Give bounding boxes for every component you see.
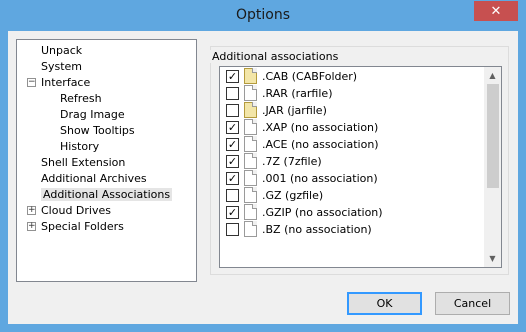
tree-item-label: Additional Associations <box>41 188 173 201</box>
association-checkbox[interactable]: ✓ <box>226 172 239 185</box>
association-row[interactable]: .RAR (rarfile) <box>220 85 470 102</box>
tree-item[interactable]: Drag Image <box>60 107 125 123</box>
tree-item-label: Refresh <box>60 92 102 105</box>
tree-item-label: Shell Extension <box>41 156 126 169</box>
tree-item[interactable]: History <box>60 139 99 155</box>
scroll-thumb[interactable] <box>487 84 499 188</box>
tree-item[interactable]: Shell Extension <box>41 155 125 171</box>
file-icon <box>244 136 257 152</box>
expand-icon[interactable]: + <box>27 206 36 215</box>
tree-item[interactable]: Refresh <box>60 91 102 107</box>
tree-item[interactable]: Unpack <box>41 43 82 59</box>
archive-file-icon <box>244 68 257 84</box>
file-icon <box>244 119 257 135</box>
tree-item[interactable]: Additional Associations <box>41 187 173 203</box>
tree-item-label: Drag Image <box>60 108 125 121</box>
tree-item-label: System <box>41 60 83 73</box>
association-row[interactable]: .GZ (gzfile) <box>220 187 470 204</box>
close-icon: ✕ <box>490 3 502 19</box>
tree-item[interactable]: Additional Archives <box>41 171 147 187</box>
tree-item-label: Cloud Drives <box>41 204 111 217</box>
association-row[interactable]: ✓ .001 (no association) <box>220 170 470 187</box>
association-row[interactable]: ✓ .GZIP (no association) <box>220 204 470 221</box>
association-label: .GZIP (no association) <box>262 206 383 219</box>
ok-button[interactable]: OK <box>347 292 422 315</box>
association-label: .7Z (7zfile) <box>262 155 322 168</box>
association-checkbox[interactable]: ✓ <box>226 138 239 151</box>
file-icon <box>244 204 257 220</box>
collapse-icon[interactable]: − <box>27 78 36 87</box>
options-window: Options ✕ Unpack System Interface − Refresh D… <box>0 0 526 332</box>
tree-item[interactable]: Show Tooltips <box>60 123 135 139</box>
association-label: .001 (no association) <box>262 172 378 185</box>
vertical-scrollbar[interactable]: ▲ ▼ <box>484 67 501 267</box>
scroll-up-icon[interactable]: ▲ <box>484 67 501 84</box>
dialog-client-area: Unpack System Interface − Refresh Drag Image S… <box>8 31 518 324</box>
association-checkbox[interactable]: ✓ <box>226 206 239 219</box>
tree-item[interactable]: Special Folders <box>41 219 124 235</box>
tree-item[interactable]: System <box>41 59 82 75</box>
close-button[interactable]: ✕ <box>474 1 518 21</box>
file-icon <box>244 170 257 186</box>
tree-item-label: Show Tooltips <box>60 124 135 137</box>
association-row[interactable]: ✓ .CAB (CABFolder) <box>220 68 470 85</box>
java-file-icon <box>244 102 257 118</box>
file-icon <box>244 85 257 101</box>
file-icon <box>244 221 257 237</box>
file-icon <box>244 187 257 203</box>
association-checkbox[interactable]: ✓ <box>226 121 239 134</box>
window-title: Options <box>235 7 291 23</box>
association-label: .GZ (gzfile) <box>262 189 324 202</box>
file-icon <box>244 153 257 169</box>
association-row[interactable]: ✓ .7Z (7zfile) <box>220 153 470 170</box>
tree-item-label: Interface <box>41 76 91 89</box>
association-checkbox[interactable] <box>226 87 239 100</box>
association-checkbox[interactable]: ✓ <box>226 155 239 168</box>
cancel-button[interactable]: Cancel <box>435 292 510 315</box>
association-label: .RAR (rarfile) <box>262 87 333 100</box>
tree-item[interactable]: Interface <box>41 75 90 91</box>
association-row[interactable]: ✓ .ACE (no association) <box>220 136 470 153</box>
scroll-down-icon[interactable]: ▼ <box>484 250 501 267</box>
association-checkbox[interactable]: ✓ <box>226 70 239 83</box>
tree-item-label: Unpack <box>41 44 83 57</box>
association-row[interactable]: .JAR (jarfile) <box>220 102 470 119</box>
association-label: .JAR (jarfile) <box>262 104 327 117</box>
association-label: .CAB (CABFolder) <box>262 70 358 83</box>
association-checkbox[interactable] <box>226 189 239 202</box>
tree-item-label: Additional Archives <box>41 172 147 185</box>
association-row[interactable]: ✓ .XAP (no association) <box>220 119 470 136</box>
association-label: .XAP (no association) <box>262 121 379 134</box>
tree-item-label: Special Folders <box>41 220 124 233</box>
association-label: .BZ (no association) <box>262 223 372 236</box>
association-checkbox[interactable] <box>226 223 239 236</box>
tree-item-label: History <box>60 140 100 153</box>
association-label: .ACE (no association) <box>262 138 379 151</box>
association-row[interactable]: .BZ (no association) <box>220 221 470 238</box>
association-checkbox[interactable] <box>226 104 239 117</box>
options-tree[interactable]: Unpack System Interface − Refresh Drag Image S… <box>16 39 197 282</box>
associations-list[interactable]: ✓ .CAB (CABFolder) .RAR (rarfile) .JAR (jar… <box>219 66 502 268</box>
associations-group-title: Additional associations <box>210 50 341 63</box>
title-bar[interactable]: Options ✕ <box>0 0 526 32</box>
tree-item[interactable]: Cloud Drives <box>41 203 111 219</box>
expand-icon[interactable]: + <box>27 222 36 231</box>
